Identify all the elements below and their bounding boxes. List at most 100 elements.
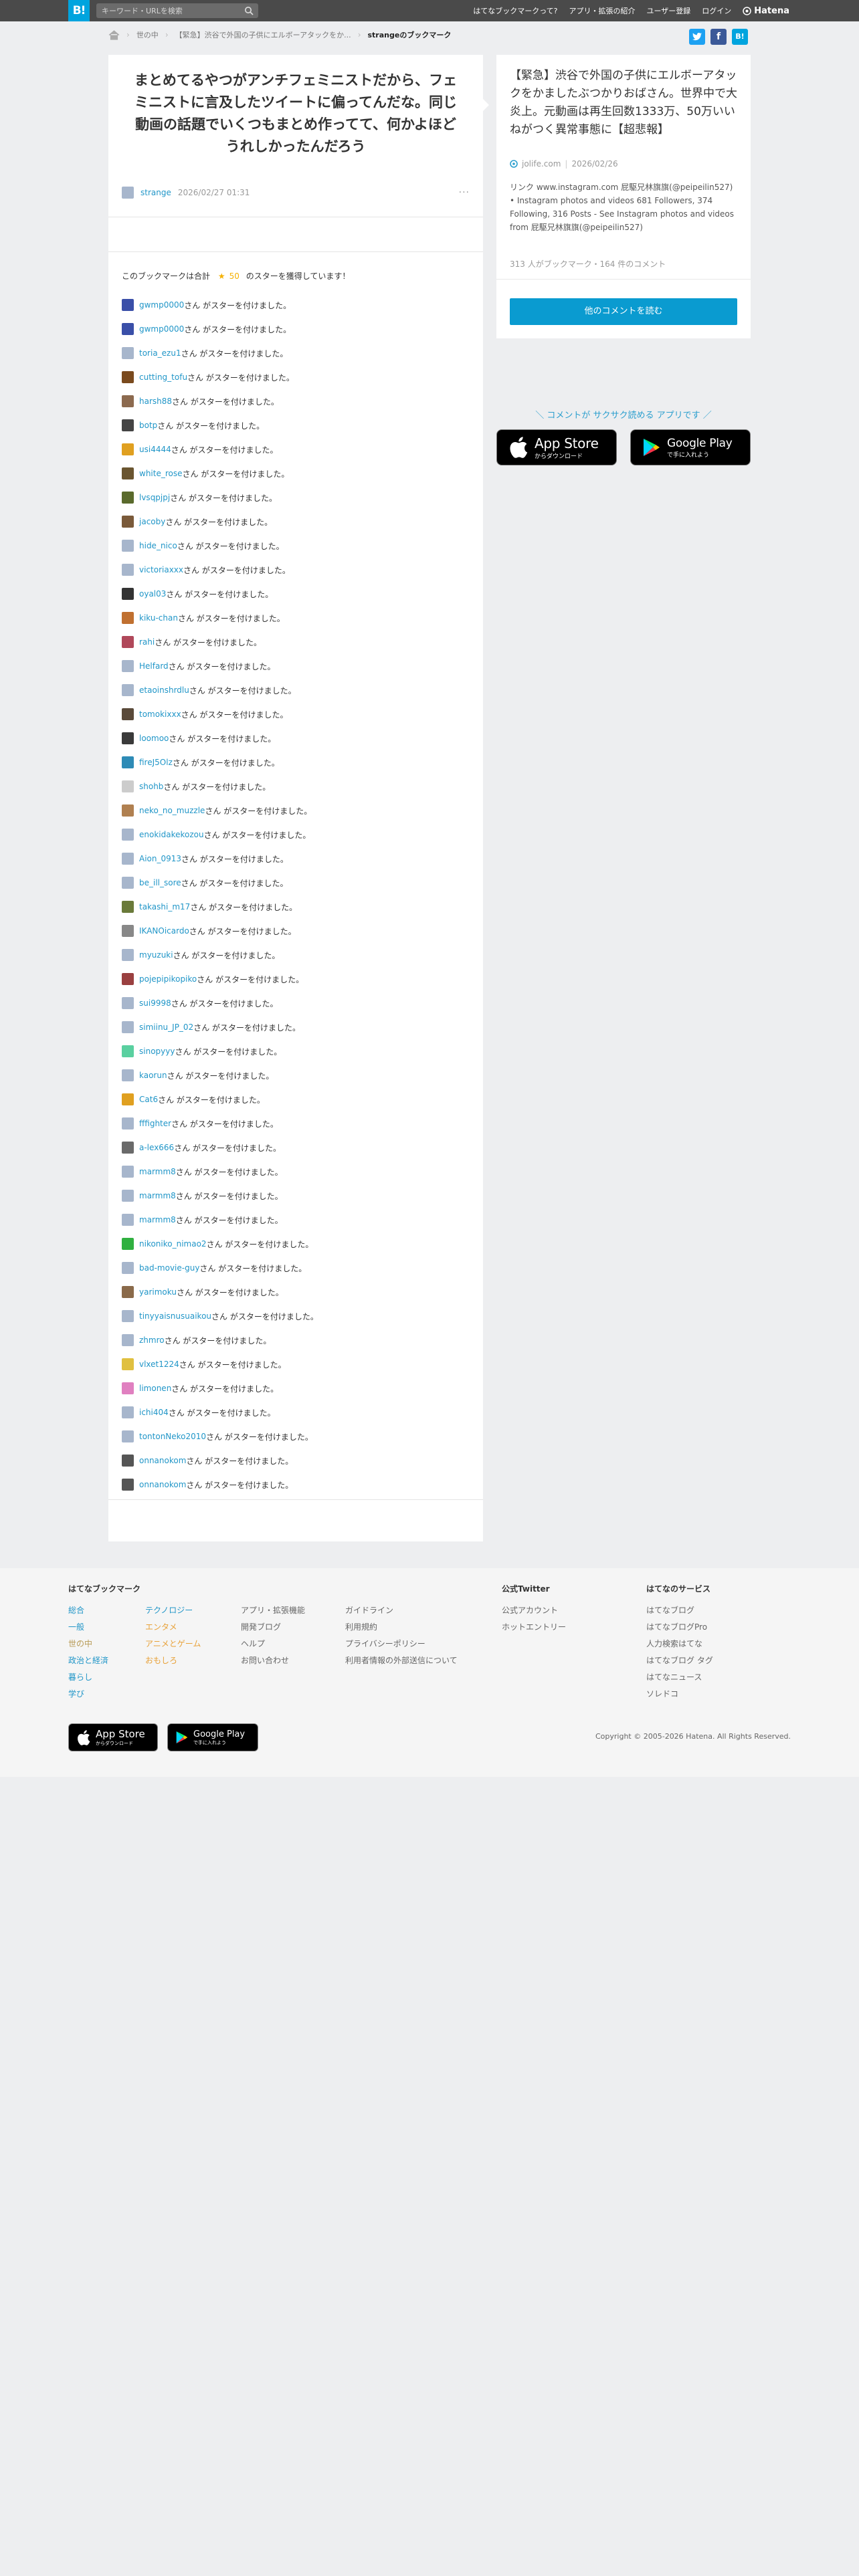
avatar[interactable] — [122, 1190, 134, 1202]
avatar[interactable] — [122, 877, 134, 889]
avatar[interactable] — [122, 1479, 134, 1491]
star-user-name[interactable]: botp — [139, 421, 157, 430]
footer-link[interactable]: アプリ・拡張機能 — [241, 1602, 305, 1619]
star-user-name[interactable]: Helfard — [139, 661, 169, 671]
star-user-name[interactable]: ichi404 — [139, 1408, 169, 1417]
footer-link[interactable]: おもしろ — [145, 1652, 201, 1669]
avatar[interactable] — [122, 1093, 134, 1105]
avatar[interactable] — [122, 708, 134, 720]
avatar[interactable] — [122, 1310, 134, 1322]
search-input[interactable] — [102, 3, 235, 18]
entry-source[interactable]: jolife.com — [522, 159, 561, 169]
footer-app-store-badge[interactable]: App Store からダウンロード — [68, 1723, 158, 1751]
star-user-name[interactable]: etaoinshrdlu — [139, 685, 189, 695]
footer-link[interactable]: はてなニュース — [646, 1669, 713, 1686]
google-play-badge[interactable]: Google Play で手に入れよう — [630, 429, 751, 465]
star-user-name[interactable]: shohb — [139, 782, 163, 791]
footer-link[interactable]: 学び — [68, 1686, 108, 1703]
star-user-name[interactable]: hide_nico — [139, 541, 177, 550]
avatar[interactable] — [122, 395, 134, 407]
footer-link[interactable]: ヘルプ — [241, 1636, 305, 1652]
avatar[interactable] — [122, 925, 134, 937]
star-user-name[interactable]: vlxet1224 — [139, 1360, 179, 1369]
avatar[interactable] — [122, 780, 134, 792]
avatar[interactable] — [122, 756, 134, 768]
share-twitter-button[interactable] — [689, 29, 705, 45]
avatar[interactable] — [122, 1382, 134, 1394]
avatar[interactable] — [122, 1021, 134, 1033]
avatar[interactable] — [122, 1455, 134, 1467]
nav-about[interactable]: はてなブックマークって? — [473, 5, 557, 16]
avatar[interactable] — [122, 443, 134, 455]
star-user-name[interactable]: enokidakekozou — [139, 830, 204, 839]
star-user-name[interactable]: myuzuki — [139, 950, 173, 960]
avatar[interactable] — [122, 1334, 134, 1346]
avatar[interactable] — [122, 1238, 134, 1250]
footer-link[interactable]: 公式アカウント — [502, 1602, 566, 1619]
star-user-name[interactable]: tontonNeko2010 — [139, 1432, 206, 1441]
avatar[interactable] — [122, 1045, 134, 1057]
avatar[interactable] — [122, 299, 134, 311]
avatar[interactable] — [122, 1358, 134, 1370]
avatar[interactable] — [122, 323, 134, 335]
footer-link[interactable]: ソレドコ — [646, 1686, 713, 1703]
avatar[interactable] — [122, 612, 134, 624]
entry-title[interactable]: 【緊急】渋谷で外国の子供にエルボーアタックをかましたぶつかりおばさん。世界中で大… — [510, 67, 737, 139]
star-user-name[interactable]: rahi — [139, 637, 155, 647]
avatar[interactable] — [122, 829, 134, 841]
footer-link[interactable]: お問い合わせ — [241, 1652, 305, 1669]
avatar[interactable] — [122, 1262, 134, 1274]
star-user-name[interactable]: simiinu_JP_02 — [139, 1023, 193, 1032]
search-icon[interactable] — [244, 6, 254, 15]
avatar[interactable] — [122, 1214, 134, 1226]
star-user-name[interactable]: a-lex666 — [139, 1143, 174, 1152]
footer-link[interactable]: テクノロジー — [145, 1602, 201, 1619]
avatar[interactable] — [122, 660, 134, 672]
avatar[interactable] — [122, 467, 134, 479]
star-user-name[interactable]: Cat6 — [139, 1095, 158, 1104]
hatena-brand[interactable]: Hatena — [743, 6, 789, 16]
avatar[interactable] — [122, 973, 134, 985]
star-user-name[interactable]: tomokixxx — [139, 710, 181, 719]
star-user-name[interactable]: lvsqpjpj — [139, 493, 170, 502]
avatar[interactable] — [122, 1286, 134, 1298]
star-user-name[interactable]: nikoniko_nimao2 — [139, 1239, 207, 1249]
bookmark-date[interactable]: 2026/02/27 01:31 — [178, 188, 250, 197]
avatar[interactable] — [122, 732, 134, 744]
avatar[interactable] — [122, 997, 134, 1009]
avatar[interactable] — [122, 419, 134, 431]
footer-link[interactable]: ホットエントリー — [502, 1619, 566, 1636]
star-user-name[interactable]: oyal03 — [139, 589, 166, 599]
footer-link[interactable]: 利用者情報の外部送信について — [345, 1652, 458, 1669]
share-facebook-button[interactable]: f — [710, 29, 727, 45]
footer-link[interactable]: はてなブログPro — [646, 1619, 713, 1636]
star-user-name[interactable]: marmm8 — [139, 1191, 176, 1200]
star-user-name[interactable]: marmm8 — [139, 1215, 176, 1224]
star-user-name[interactable]: bad-movie-guy — [139, 1263, 199, 1273]
avatar[interactable] — [122, 564, 134, 576]
footer-link[interactable]: 総合 — [68, 1602, 108, 1619]
footer-link[interactable]: 世の中 — [68, 1636, 108, 1652]
more-menu-button[interactable]: ··· — [459, 187, 470, 198]
avatar[interactable] — [122, 516, 134, 528]
avatar[interactable] — [122, 684, 134, 696]
footer-link[interactable]: ガイドライン — [345, 1602, 458, 1619]
footer-link[interactable]: 利用規約 — [345, 1619, 458, 1636]
breadcrumb-category[interactable]: 世の中 — [136, 29, 159, 40]
star-user-name[interactable]: gwmp0000 — [139, 324, 184, 334]
star-user-name[interactable]: neko_no_muzzle — [139, 806, 205, 815]
footer-link[interactable]: 一般 — [68, 1619, 108, 1636]
star-user-name[interactable]: kiku-chan — [139, 613, 178, 623]
nav-apps[interactable]: アプリ・拡張の紹介 — [569, 5, 636, 16]
avatar[interactable] — [122, 853, 134, 865]
avatar[interactable] — [122, 540, 134, 552]
star-user-name[interactable]: sinopyyy — [139, 1047, 175, 1056]
avatar[interactable] — [122, 949, 134, 961]
star-user-name[interactable]: onnanokom — [139, 1456, 186, 1465]
footer-link[interactable]: エンタメ — [145, 1619, 201, 1636]
star-user-name[interactable]: takashi_m17 — [139, 902, 190, 911]
avatar[interactable] — [122, 371, 134, 383]
star-user-name[interactable]: tinyyaisnusuaikou — [139, 1311, 211, 1321]
star-user-name[interactable]: sui9998 — [139, 998, 171, 1008]
footer-link[interactable]: 人力検索はてな — [646, 1636, 713, 1652]
